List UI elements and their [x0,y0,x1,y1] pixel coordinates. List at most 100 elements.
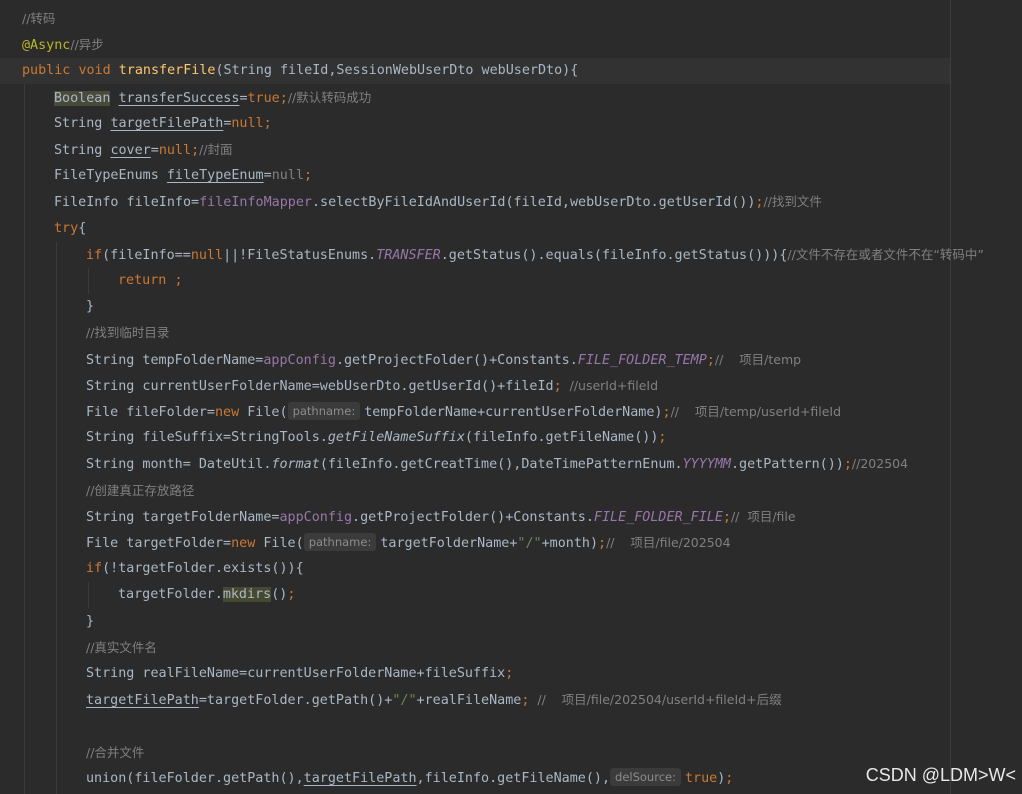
code-token: String realFileName=currentUserFolderNam… [86,666,506,681]
code-line[interactable]: String targetFilePath=null; [0,111,950,137]
code-comment: // 项目/file/202504/userId+fileId+后缀 [529,692,782,708]
code-line[interactable]: String fileSuffix=StringTools.getFileNam… [0,425,950,451]
code-token: .getProjectFolder()+Constants. [352,509,594,525]
code-token: ; [174,273,183,288]
code-token: String tempFolderName= [86,352,264,368]
parameter-hint: pathname: [287,402,361,420]
code-token: File targetFolder= [86,536,232,551]
code-token: ; [279,90,288,106]
code-line[interactable]: FileInfo fileInfo=fileInfoMapper.selectB… [0,189,950,215]
code-line[interactable]: //创建真正存放路径 [0,478,950,504]
code-line[interactable]: if(!targetFolder.exists()){ [0,556,950,582]
code-comment: //找到文件 [763,194,822,210]
code-token: .getStatus().equals(fileInfo.getStatus()… [440,247,788,263]
code-line[interactable]: targetFolder.mkdirs(); [0,582,950,608]
code-token: .getPattern()) [730,457,844,473]
code-token: ||!FileStatusEnums. [223,247,377,263]
code-token: (fileInfo== [102,247,191,263]
code-token: if [86,247,103,263]
code-line[interactable]: @Async//异步 [0,32,950,58]
code-line[interactable]: Boolean transferSuccess=true;//默认转码成功 [0,85,950,111]
code-token: public [22,63,79,79]
code-line[interactable]: //真实文件名 [0,635,950,661]
code-comment: //202504 [851,456,909,472]
code-line[interactable]: String currentUserFolderName=webUserDto.… [0,373,950,399]
code-token: appConfig [263,352,336,368]
code-token: =targetFolder.getPath()+ [198,693,393,709]
code-token: null [190,247,224,263]
code-token: YYYYMM [682,457,731,473]
code-token: } [86,613,95,629]
code-token: if [86,561,103,577]
watermark: CSDN @LDM>W< [865,765,1016,785]
parameter-hint: delSource: [610,767,681,786]
code-token: (!targetFolder.exists()){ [102,561,304,577]
code-token: FileTypeEnums [54,168,167,184]
code-token: targetFilePath [303,770,417,786]
code-token: true [684,770,718,786]
right-margin-guide [950,0,951,794]
code-token: format [271,457,320,473]
code-token: +month) [541,536,599,551]
code-token: return [118,273,175,288]
code-line[interactable]: //合并文件 [0,740,950,766]
code-token: .getProjectFolder()+Constants. [335,352,578,368]
code-token: ; [722,509,731,525]
parameter-hint: pathname: [303,533,377,551]
code-comment: // 项目/temp [714,351,802,367]
code-token: ,fileInfo.getFileName(), [416,770,611,786]
code-token: transferFile [118,63,216,79]
code-token: getFileNameSuffix [327,430,465,446]
code-line[interactable]: union(fileFolder.getPath(),targetFilePat… [0,766,950,792]
code-token: ; [505,666,514,681]
code-line[interactable]: } [0,609,950,635]
code-token: FILE_FOLDER_TEMP [577,352,707,368]
code-line[interactable] [0,713,950,739]
code-line[interactable]: //找到临时目录 [0,320,950,346]
code-line[interactable]: if(fileInfo==null||!FileStatusEnums.TRAN… [0,242,984,268]
code-comment: //创建真正存放路径 [86,482,195,498]
code-line[interactable]: return ; [0,268,950,294]
code-token: ; [303,168,312,184]
code-line[interactable]: String month= DateUtil.format(fileInfo.g… [0,451,950,477]
code-line[interactable]: public void transferFile(String fileId,S… [0,58,950,85]
code-token: FILE_FOLDER_FILE [593,509,723,525]
code-token: fileTypeEnum [166,168,264,184]
code-token: ; [725,770,734,786]
code-comment: //userId+fileId [561,377,659,393]
code-line[interactable]: String realFileName=currentUserFolderNam… [0,661,950,687]
code-token: (fileInfo.getCreatTime(),DateTimePattern… [319,457,683,473]
code-comment: //找到临时目录 [86,325,170,341]
code-token: null [271,168,304,184]
code-token: new [215,405,248,420]
code-token: = [150,143,159,158]
code-token: String fileSuffix=StringTools. [86,430,328,446]
code-token: ; [843,457,852,473]
code-line[interactable]: FileTypeEnums fileTypeEnum=null; [0,163,950,189]
code-token: tempFolderName+currentUserFolderName) [364,405,663,420]
code-line[interactable]: String tempFolderName=appConfig.getProje… [0,347,950,373]
code-token: ; [598,536,607,551]
code-token: = [263,168,272,184]
code-line[interactable]: String targetFolderName=appConfig.getPro… [0,504,950,530]
code-token: mkdirs [222,587,272,603]
code-line[interactable]: //转码 [0,6,950,32]
code-token: targetFolderName+ [380,536,518,551]
code-token: "/" [392,693,417,709]
code-line[interactable]: } [0,294,950,320]
code-line[interactable]: try{ [0,216,950,242]
code-comment: // 项目/file [730,508,796,524]
code-token: File fileFolder= [86,405,215,420]
code-token: appConfig [279,509,353,525]
code-line[interactable]: targetFilePath=targetFolder.getPath()+"/… [0,687,950,713]
code-line[interactable]: File targetFolder=new File(pathname: targ… [0,530,950,556]
code-token: String currentUserFolderName=webUserDto.… [86,378,554,394]
code-comment: //异步 [70,37,104,53]
code-line[interactable]: File fileFolder=new File(pathname: tempFo… [0,399,950,425]
code-editor[interactable]: //转码 @Async//异步 public void transferFile(S… [0,0,1022,794]
code-line[interactable]: String cover=null;//封面 [0,137,950,163]
code-token: void [78,63,119,79]
code-token: ; [287,587,296,603]
code-token: .selectByFileIdAndUserId(fileId,webUserD… [312,195,756,211]
